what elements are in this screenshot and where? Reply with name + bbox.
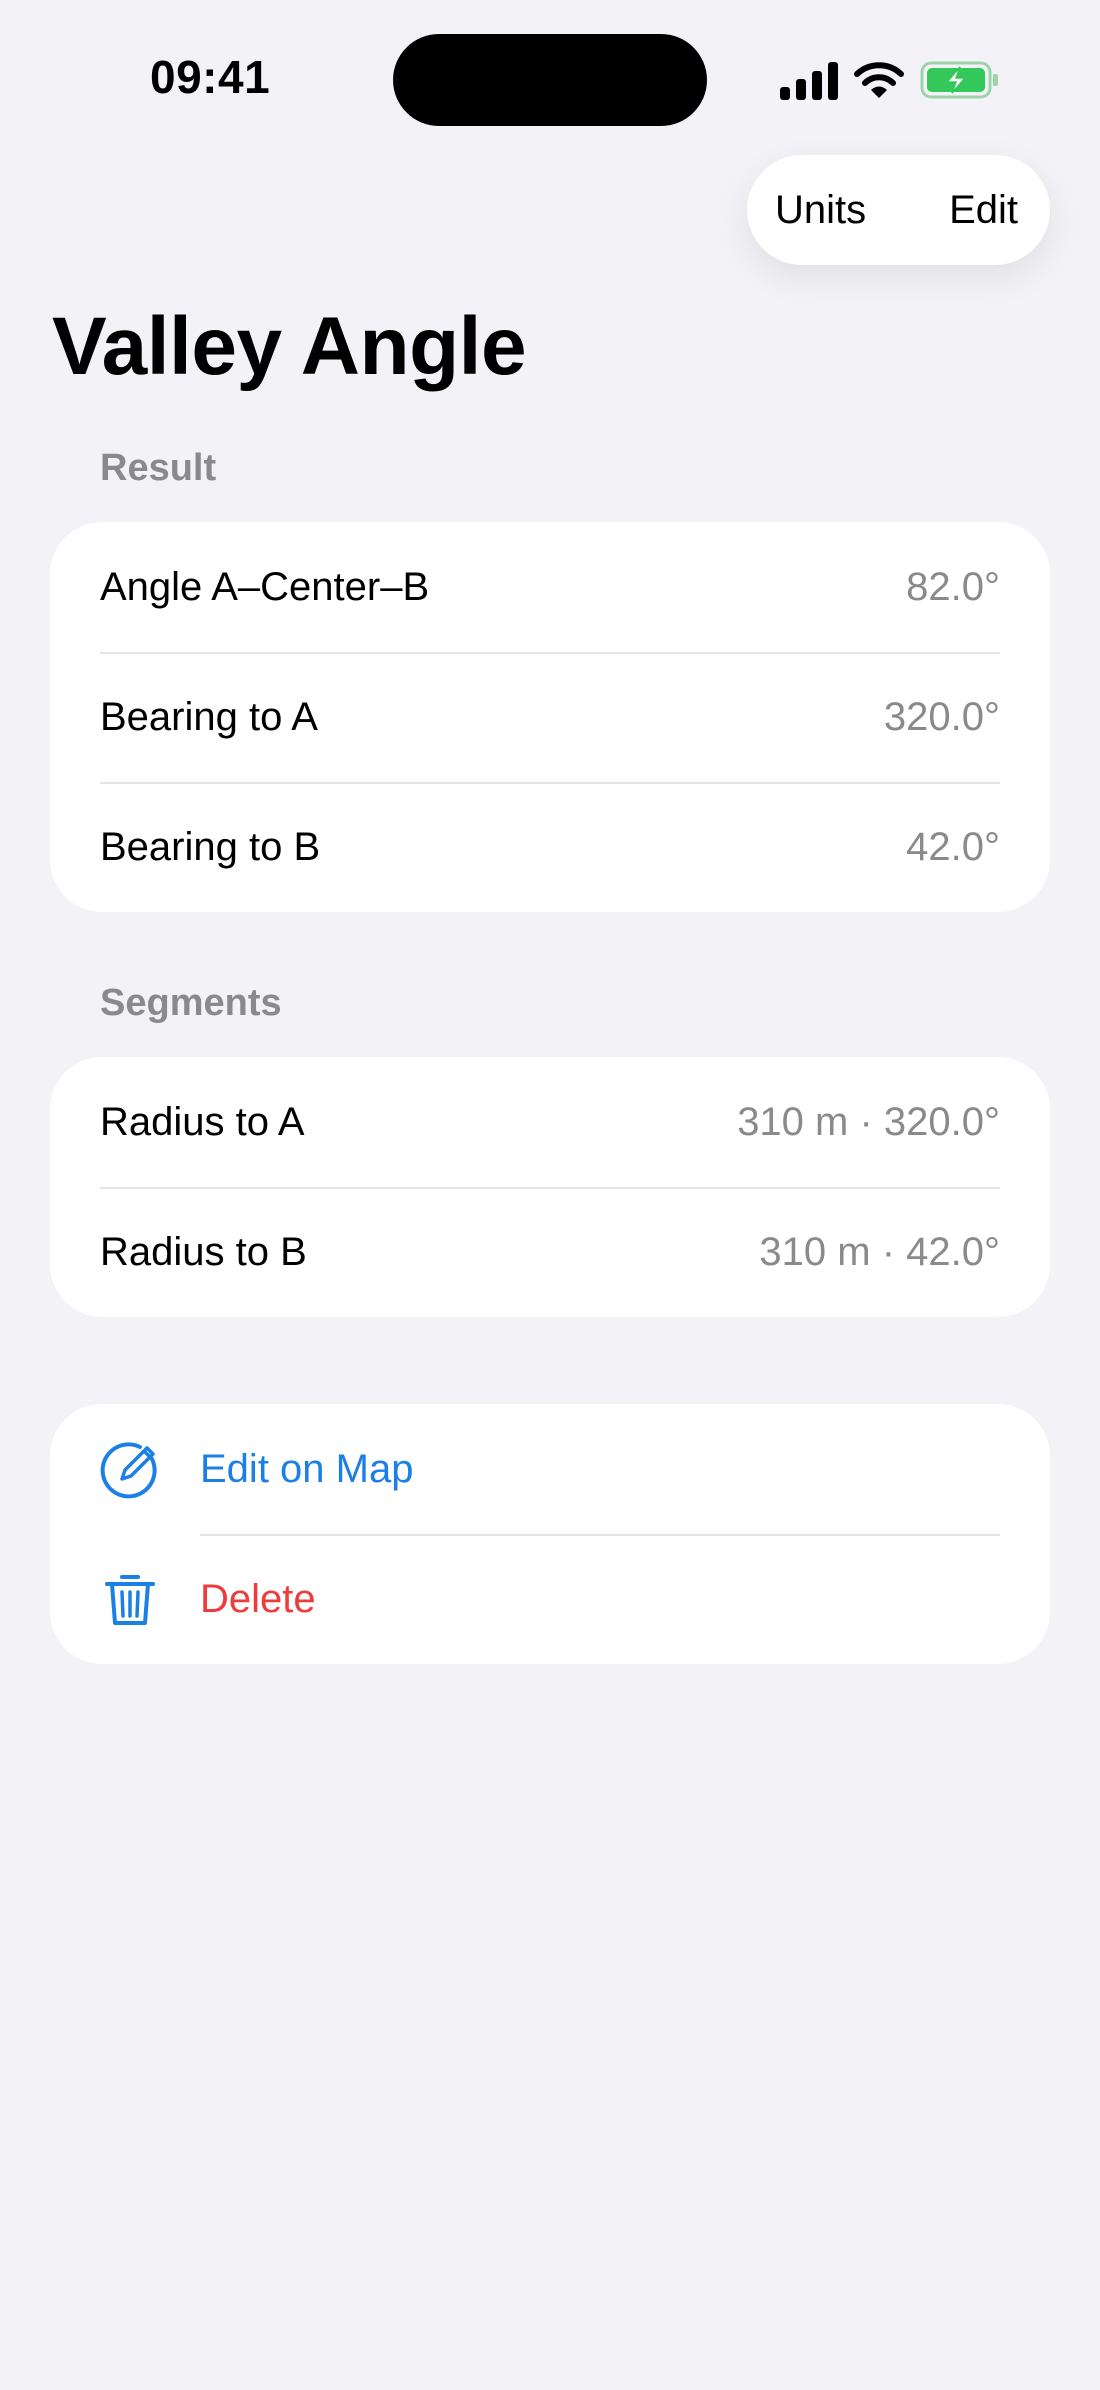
edit-on-map-button[interactable]: Edit on Map	[50, 1404, 1050, 1534]
battery-charging-icon	[920, 61, 998, 99]
row-label: Radius to A	[100, 1099, 305, 1144]
segments-card: Radius to A 310 m · 320.0° Radius to B 3…	[50, 1057, 1050, 1317]
edit-on-map-label: Edit on Map	[200, 1446, 414, 1491]
edit-button[interactable]: Edit	[949, 188, 1018, 233]
pencil-circle-icon	[100, 1439, 160, 1499]
status-time: 09:41	[150, 51, 271, 103]
result-card: Angle A–Center–B 82.0° Bearing to A 320.…	[50, 522, 1050, 912]
row-label: Radius to B	[100, 1229, 307, 1274]
dynamic-island	[393, 34, 707, 126]
row-label: Angle A–Center–B	[100, 564, 430, 609]
list-row: Radius to A 310 m · 320.0°	[50, 1057, 1050, 1187]
section-header-result: Result	[100, 447, 217, 489]
row-value: 320.0°	[883, 694, 1000, 739]
page-title: Valley Angle	[52, 301, 527, 392]
delete-button[interactable]: Delete	[50, 1534, 1050, 1664]
trash-icon	[100, 1569, 160, 1629]
section-header-segments: Segments	[100, 982, 282, 1024]
units-button[interactable]: Units	[775, 188, 866, 233]
cellular-signal-icon	[780, 62, 838, 100]
row-label: Bearing to A	[100, 694, 318, 739]
row-value: 42.0°	[906, 824, 1000, 869]
list-row: Radius to B 310 m · 42.0°	[50, 1187, 1050, 1317]
actions-card: Edit on Map Delete	[50, 1404, 1050, 1664]
delete-label: Delete	[200, 1576, 316, 1621]
list-row: Bearing to B 42.0°	[50, 782, 1050, 912]
row-value: 310 m · 42.0°	[759, 1229, 1000, 1274]
wifi-icon	[854, 62, 904, 98]
list-row: Bearing to A 320.0°	[50, 652, 1050, 782]
status-bar: 09:41	[0, 0, 1100, 160]
list-row: Angle A–Center–B 82.0°	[50, 522, 1050, 652]
row-value: 82.0°	[906, 564, 1000, 609]
row-value: 310 m · 320.0°	[737, 1099, 1000, 1144]
row-label: Bearing to B	[100, 824, 321, 869]
nav-actions-pill: Units Edit	[747, 155, 1050, 265]
